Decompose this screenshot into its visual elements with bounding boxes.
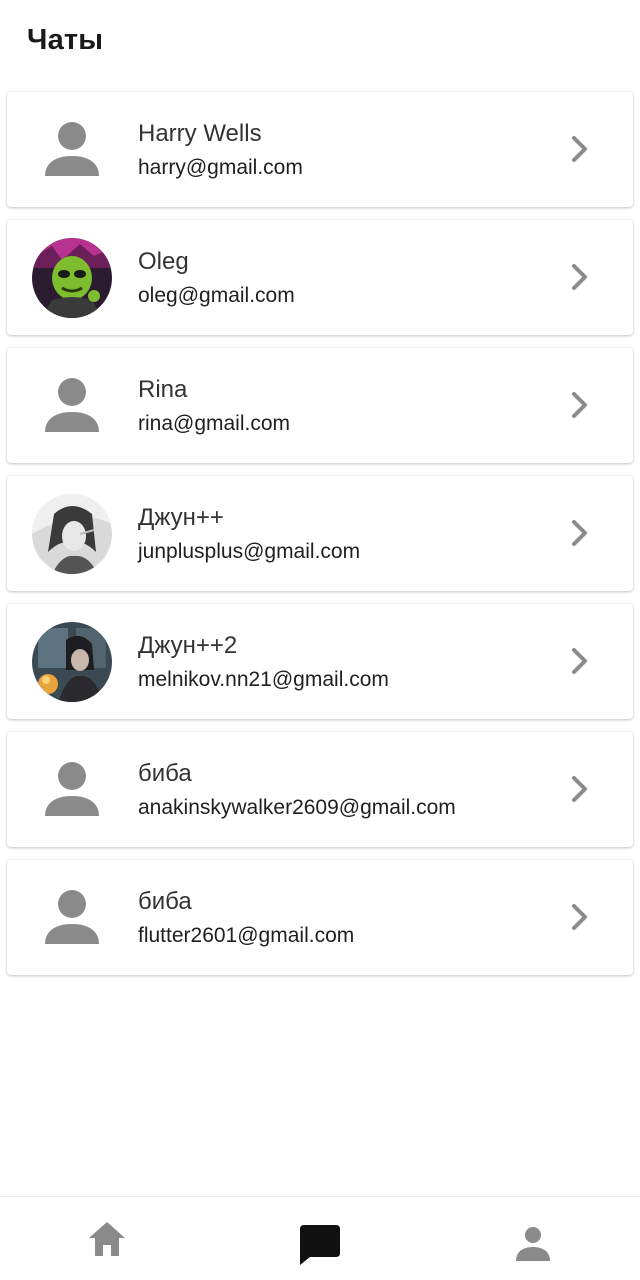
avatar-photo: [32, 494, 112, 574]
chat-list-item[interactable]: биба anakinskywalker2609@gmail.com: [7, 732, 633, 847]
home-icon: [89, 1222, 125, 1256]
chat-email: oleg@gmail.com: [138, 284, 295, 307]
person-icon: [32, 366, 112, 446]
chat-email: harry@gmail.com: [138, 156, 303, 179]
chat-list-item[interactable]: Джун++ junplusplus@gmail.com: [7, 476, 633, 591]
chevron-right-icon: [572, 136, 587, 162]
chat-list-item[interactable]: Rina rina@gmail.com: [7, 348, 633, 463]
chevron-right-icon: [572, 392, 587, 418]
chat-icon: [300, 1225, 340, 1265]
chat-email: flutter2601@gmail.com: [138, 924, 355, 947]
chat-list-item[interactable]: Oleg oleg@gmail.com: [7, 220, 633, 335]
chat-email: melnikov.nn21@gmail.com: [138, 668, 389, 691]
chat-list-item[interactable]: биба flutter2601@gmail.com: [7, 860, 633, 975]
person-icon: [32, 878, 112, 958]
app-header: Чаты: [0, 0, 640, 86]
chat-email: anakinskywalker2609@gmail.com: [138, 796, 456, 819]
chat-name: Oleg: [138, 248, 189, 275]
nav-profile-button[interactable]: [426, 1197, 639, 1280]
person-icon: [32, 110, 112, 190]
nav-chats-button[interactable]: [213, 1197, 426, 1280]
chevron-right-icon: [572, 648, 587, 674]
chat-name: Джун++: [138, 504, 224, 531]
person-icon: [516, 1227, 550, 1261]
chat-name: Джун++2: [138, 632, 238, 659]
chat-name: Rina: [138, 376, 188, 403]
chat-email: rina@gmail.com: [138, 412, 291, 435]
nav-home-button[interactable]: [0, 1197, 213, 1280]
person-icon: [32, 750, 112, 830]
chevron-right-icon: [572, 264, 587, 290]
app-root: Чаты Harry Wells harry@gmail.com Oleg ol…: [0, 0, 640, 1280]
chat-list-item[interactable]: Джун++2 melnikov.nn21@gmail.com: [7, 604, 633, 719]
page-title: Чаты: [27, 24, 104, 56]
chevron-right-icon: [572, 904, 587, 930]
chevron-right-icon: [572, 776, 587, 802]
avatar-photo: [32, 622, 112, 702]
chat-name: биба: [138, 888, 192, 915]
chat-name: Harry Wells: [138, 120, 262, 147]
chat-list-item[interactable]: Harry Wells harry@gmail.com: [7, 92, 633, 207]
chat-name: биба: [138, 760, 192, 787]
chat-email: junplusplus@gmail.com: [138, 540, 361, 563]
bottom-navigation-bar: [0, 1196, 640, 1280]
chevron-right-icon: [572, 520, 587, 546]
avatar-photo: [32, 238, 112, 318]
